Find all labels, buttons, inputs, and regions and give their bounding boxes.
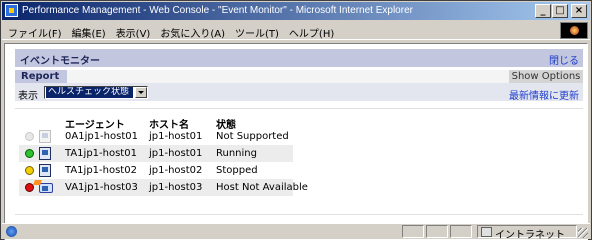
table-row[interactable]: 0A1jp1-host01 jp1-host01 Not Supported [19,128,293,145]
tab-report[interactable]: Report [15,70,67,84]
status-dot-icon [25,166,34,175]
agent-computer-icon [39,164,51,177]
show-options-button[interactable]: Show Options [509,70,583,84]
report-bar: Report Show Options [15,69,583,84]
menu-file[interactable]: ファイル(F) [8,25,62,40]
filter-row: 表示 ヘルスチェック状態 最新情報に更新 [15,83,583,102]
host-name: jp1-host03 [149,182,203,193]
status-bar: イントラネット [2,223,590,240]
window-controls: _ □ × [534,4,587,18]
security-zone[interactable]: イントラネット [477,225,577,240]
menu-bar: ファイル(F) 編集(E) 表示(V) お気に入り(A) ツール(T) ヘルプ(… [2,21,590,40]
status-text: Stopped [216,165,258,176]
maximize-button[interactable]: □ [552,4,568,18]
table-row[interactable]: VA1jp1-host03 jp1-host03 Host Not Availa… [19,179,308,196]
event-monitor-page: イベントモニター 閉じる Report Show Options 表示 ヘルスチ… [5,44,587,240]
title-bar[interactable]: Performance Management - Web Console - "… [2,2,590,20]
table-row[interactable]: TA1jp1-host01 jp1-host01 Running [19,145,293,162]
menu-favorites[interactable]: お気に入り(A) [160,25,225,40]
host-name: jp1-host01 [149,131,203,142]
close-link[interactable]: 閉じる [549,52,579,67]
page-title: イベントモニター [20,56,100,67]
divider [15,108,583,109]
health-indicator [25,129,61,144]
refresh-link[interactable]: 最新情報に更新 [509,87,579,102]
menu-view[interactable]: 表示(V) [116,25,151,40]
host-name: jp1-host01 [149,148,203,159]
agent-computer-icon [39,147,51,160]
virtual-machine-icon [39,183,53,193]
status-text: Not Supported [216,131,289,142]
menu-edit[interactable]: 編集(E) [72,25,106,40]
panel-header: イベントモニター 閉じる [15,49,583,67]
status-text: Host Not Available [216,182,308,193]
table-row[interactable]: TA1jp1-host02 jp1-host02 Stopped [19,162,293,179]
agent-computer-icon [39,130,51,143]
menu-tools[interactable]: ツール(T) [235,25,279,40]
browser-window: Performance Management - Web Console - "… [0,0,592,240]
status-pane [402,225,424,238]
intranet-zone-icon [481,227,492,237]
display-select[interactable]: ヘルスチェック状態 [44,86,148,99]
health-indicator [25,146,61,161]
agent-name[interactable]: TA1jp1-host02 [65,165,137,176]
filter-label: 表示 [18,91,38,102]
agent-name[interactable]: TA1jp1-host01 [65,148,137,159]
ie-app-icon[interactable] [5,4,18,17]
status-pane [426,225,448,238]
window-title: Performance Management - Web Console - "… [22,5,413,16]
resize-grip[interactable] [578,228,588,238]
host-name: jp1-host02 [149,165,203,176]
status-pane [450,225,472,238]
status-text: Running [216,148,257,159]
divider [15,214,583,215]
zone-label: イントラネット [495,230,565,240]
status-dot-icon [25,149,34,158]
close-window-button[interactable]: × [571,4,587,18]
chevron-down-icon[interactable] [135,87,147,98]
agent-name[interactable]: 0A1jp1-host01 [65,131,138,142]
status-panes [402,225,474,238]
minimize-button[interactable]: _ [535,4,551,18]
agent-name[interactable]: VA1jp1-host03 [65,182,138,193]
display-select-value: ヘルスチェック状態 [46,87,133,98]
menu-help[interactable]: ヘルプ(H) [289,25,334,40]
windows-logo-icon [560,22,588,39]
health-indicator [25,163,61,178]
page-status-icon [6,226,17,237]
health-indicator [25,180,61,195]
status-dot-icon [25,132,34,141]
content-viewport: イベントモニター 閉じる Report Show Options 表示 ヘルスチ… [4,43,588,240]
